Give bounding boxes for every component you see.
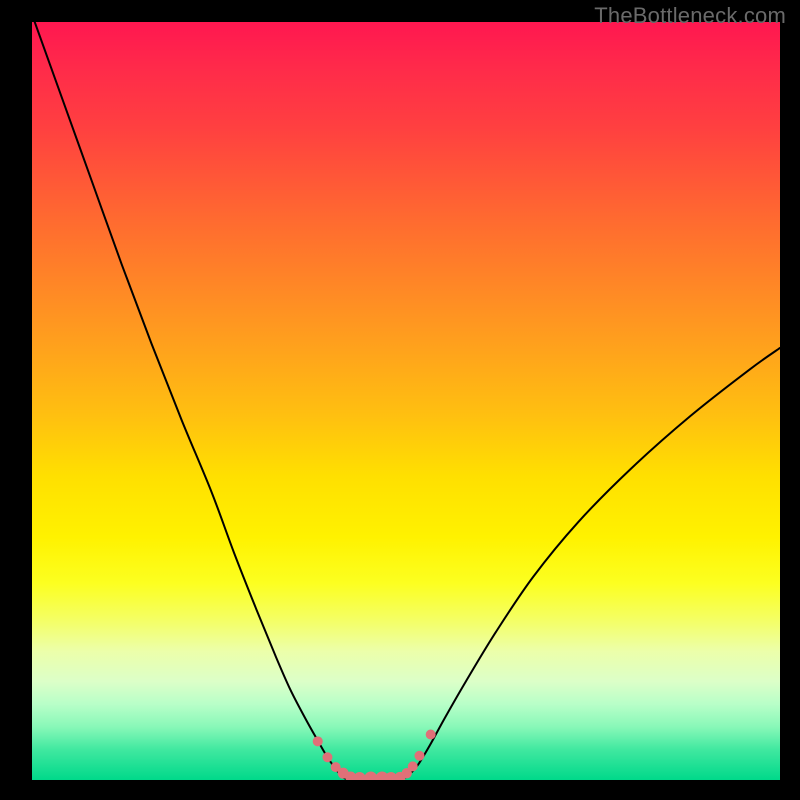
chart-frame: TheBottleneck.com	[0, 0, 800, 800]
plot-area	[32, 22, 780, 780]
data-dot	[354, 772, 366, 780]
data-dot	[313, 736, 323, 746]
data-dot	[414, 751, 424, 761]
data-dot	[408, 761, 418, 771]
data-dot	[364, 772, 377, 781]
data-dot	[426, 730, 436, 740]
data-dot	[322, 752, 332, 762]
bottleneck-curve	[32, 22, 780, 779]
watermark-text: TheBottleneck.com	[594, 3, 786, 29]
bottleneck-curve-chart	[32, 22, 780, 780]
